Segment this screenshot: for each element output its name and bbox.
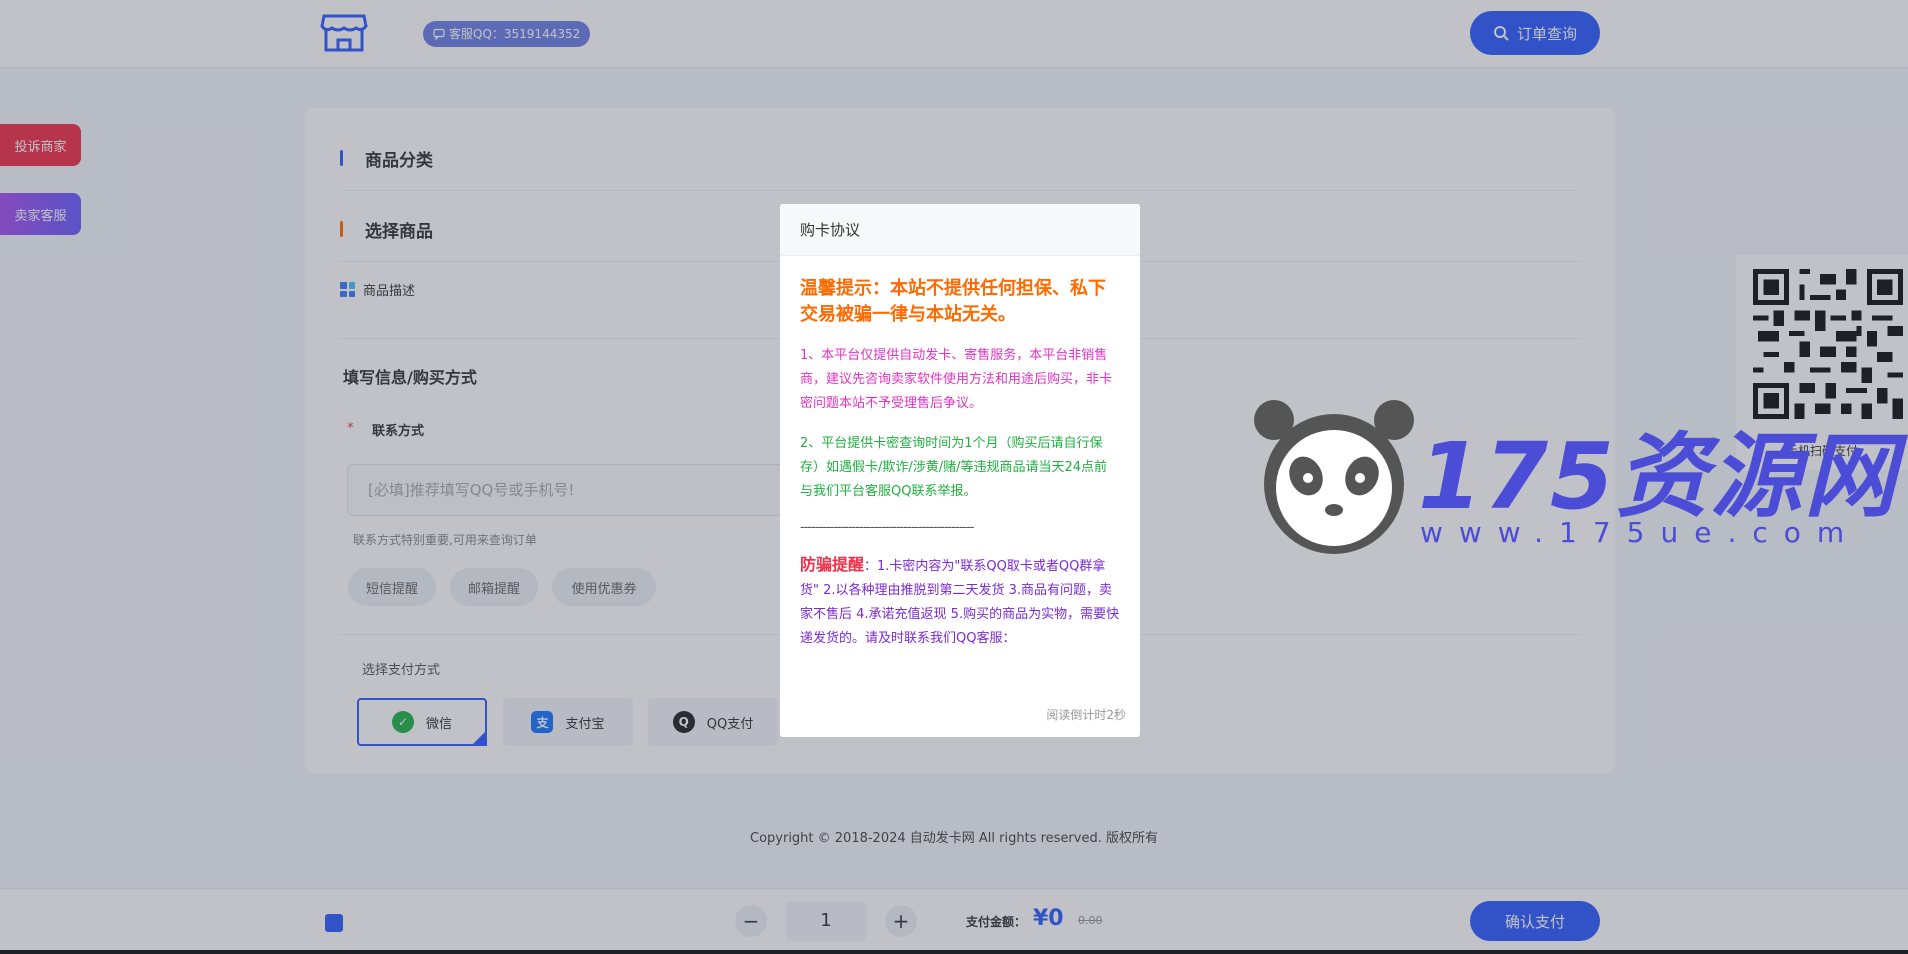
notice-paragraph-1: 1、本平台仅提供自动发卡、寄售服务，本平台非销售商，建议先咨询卖家软件使用方法和… (800, 348, 1113, 411)
read-countdown[interactable]: 阅读倒计时2秒 (1046, 706, 1126, 723)
warning-text: 温馨提示：本站不提供任何担保、私下交易被骗一律与本站无关。 (800, 278, 1106, 325)
notice-paragraph-2: 2、平台提供卡密查询时间为1个月（购买后请自行保存）如遇假卡/欺诈/涉黄/赌/等… (800, 436, 1108, 499)
dashed-separator: ----------------------------------------… (800, 520, 974, 535)
fraud-title: 防骗提醒 (800, 555, 865, 574)
fraud-notice: 防骗提醒：1.卡密内容为"联系QQ取卡或者QQ群拿货" 2.以各种理由推脱到第二… (800, 553, 1120, 651)
watermark-url: www.175ue.com (1420, 516, 1861, 549)
purchase-agreement-modal: 购卡协议 温馨提示：本站不提供任何担保、私下交易被骗一律与本站无关。 1、本平台… (780, 204, 1140, 737)
modal-body: 温馨提示：本站不提供任何担保、私下交易被骗一律与本站无关。 1、本平台仅提供自动… (780, 256, 1140, 651)
modal-title: 购卡协议 (780, 204, 1140, 256)
